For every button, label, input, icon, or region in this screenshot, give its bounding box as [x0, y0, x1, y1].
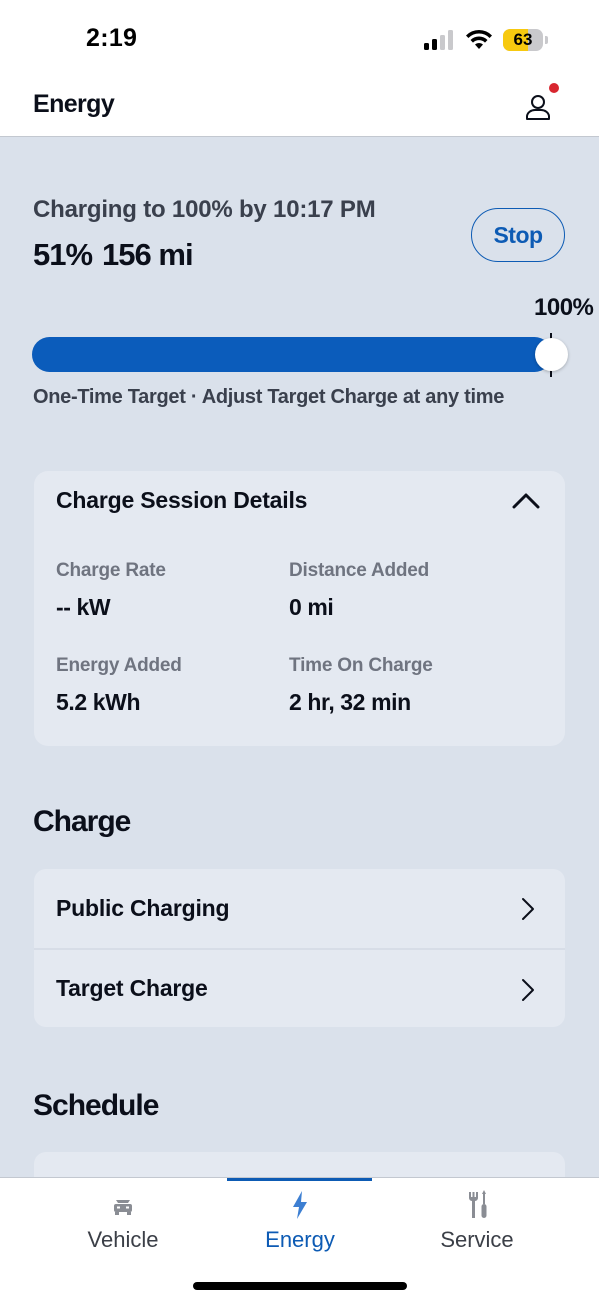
battery-icon: 63 — [503, 29, 543, 51]
stop-charging-button[interactable]: Stop — [471, 208, 565, 262]
charge-section-heading: Charge — [33, 805, 131, 838]
stat-time-on-charge: Time On Charge 2 hr, 32 min — [289, 655, 433, 716]
stat-distance-added: Distance Added 0 mi — [289, 560, 429, 621]
car-icon — [114, 1200, 132, 1215]
lightning-icon — [293, 1191, 307, 1219]
status-time: 2:19 — [86, 24, 138, 52]
charge-progress-bar — [32, 337, 552, 372]
battery-cap — [545, 36, 548, 44]
charge-progress-fill — [32, 337, 552, 372]
app-header: Energy — [0, 76, 599, 137]
stat-charge-rate: Charge Rate -- kW — [56, 560, 166, 621]
notification-badge — [549, 83, 559, 93]
stat-energy-added: Energy Added 5.2 kWh — [56, 655, 182, 716]
tab-service[interactable]: Service — [387, 1178, 567, 1268]
tab-label: Energy — [265, 1227, 335, 1252]
list-item-target-charge[interactable]: Target Charge — [34, 948, 565, 1027]
tools-icon — [469, 1190, 487, 1218]
tab-label: Vehicle — [87, 1227, 159, 1252]
status-bar: 2:19 63 — [0, 0, 599, 76]
list-item-label: Target Charge — [56, 975, 208, 1001]
list-item-label: Public Charging — [56, 895, 230, 921]
stat-value: -- kW — [56, 594, 111, 620]
home-indicator[interactable] — [193, 1282, 407, 1290]
charging-status: Charging to 100% by 10:17 PM — [33, 196, 376, 223]
tab-label: Service — [440, 1227, 514, 1252]
tab-vehicle[interactable]: Vehicle — [33, 1178, 213, 1268]
chevron-right-icon — [522, 898, 534, 920]
battery-level: 63 — [513, 30, 533, 49]
range: 156 mi — [102, 237, 194, 272]
charging-stats: 51% 156 mi — [33, 237, 203, 273]
stat-value: 5.2 kWh — [56, 689, 141, 715]
chevron-right-icon — [522, 979, 534, 1001]
cellular-signal-icon — [424, 30, 456, 50]
stat-label: Charge Rate — [56, 560, 166, 581]
list-item-public-charging[interactable]: Public Charging — [34, 869, 565, 948]
stat-label: Distance Added — [289, 560, 430, 581]
target-charge-label: 100% — [534, 294, 594, 321]
tab-energy[interactable]: Energy — [210, 1178, 390, 1268]
schedule-section-heading: Schedule — [33, 1089, 159, 1122]
battery-percent: 51% — [33, 237, 93, 272]
stat-label: Time On Charge — [289, 655, 433, 676]
target-note: One-Time Target · Adjust Target Charge a… — [33, 386, 505, 408]
wifi-icon — [466, 29, 492, 49]
stat-value: 2 hr, 32 min — [289, 689, 411, 715]
charge-session-card: Charge Session Details Charge Rate -- kW… — [34, 471, 565, 746]
target-slider-handle[interactable] — [535, 338, 568, 371]
stat-value: 0 mi — [289, 594, 334, 620]
chevron-up-icon[interactable] — [510, 489, 542, 513]
charge-options-list: Public Charging Target Charge — [34, 869, 565, 1027]
session-title: Charge Session Details — [56, 487, 308, 513]
page-title: Energy — [33, 90, 115, 118]
stat-label: Energy Added — [56, 655, 182, 676]
